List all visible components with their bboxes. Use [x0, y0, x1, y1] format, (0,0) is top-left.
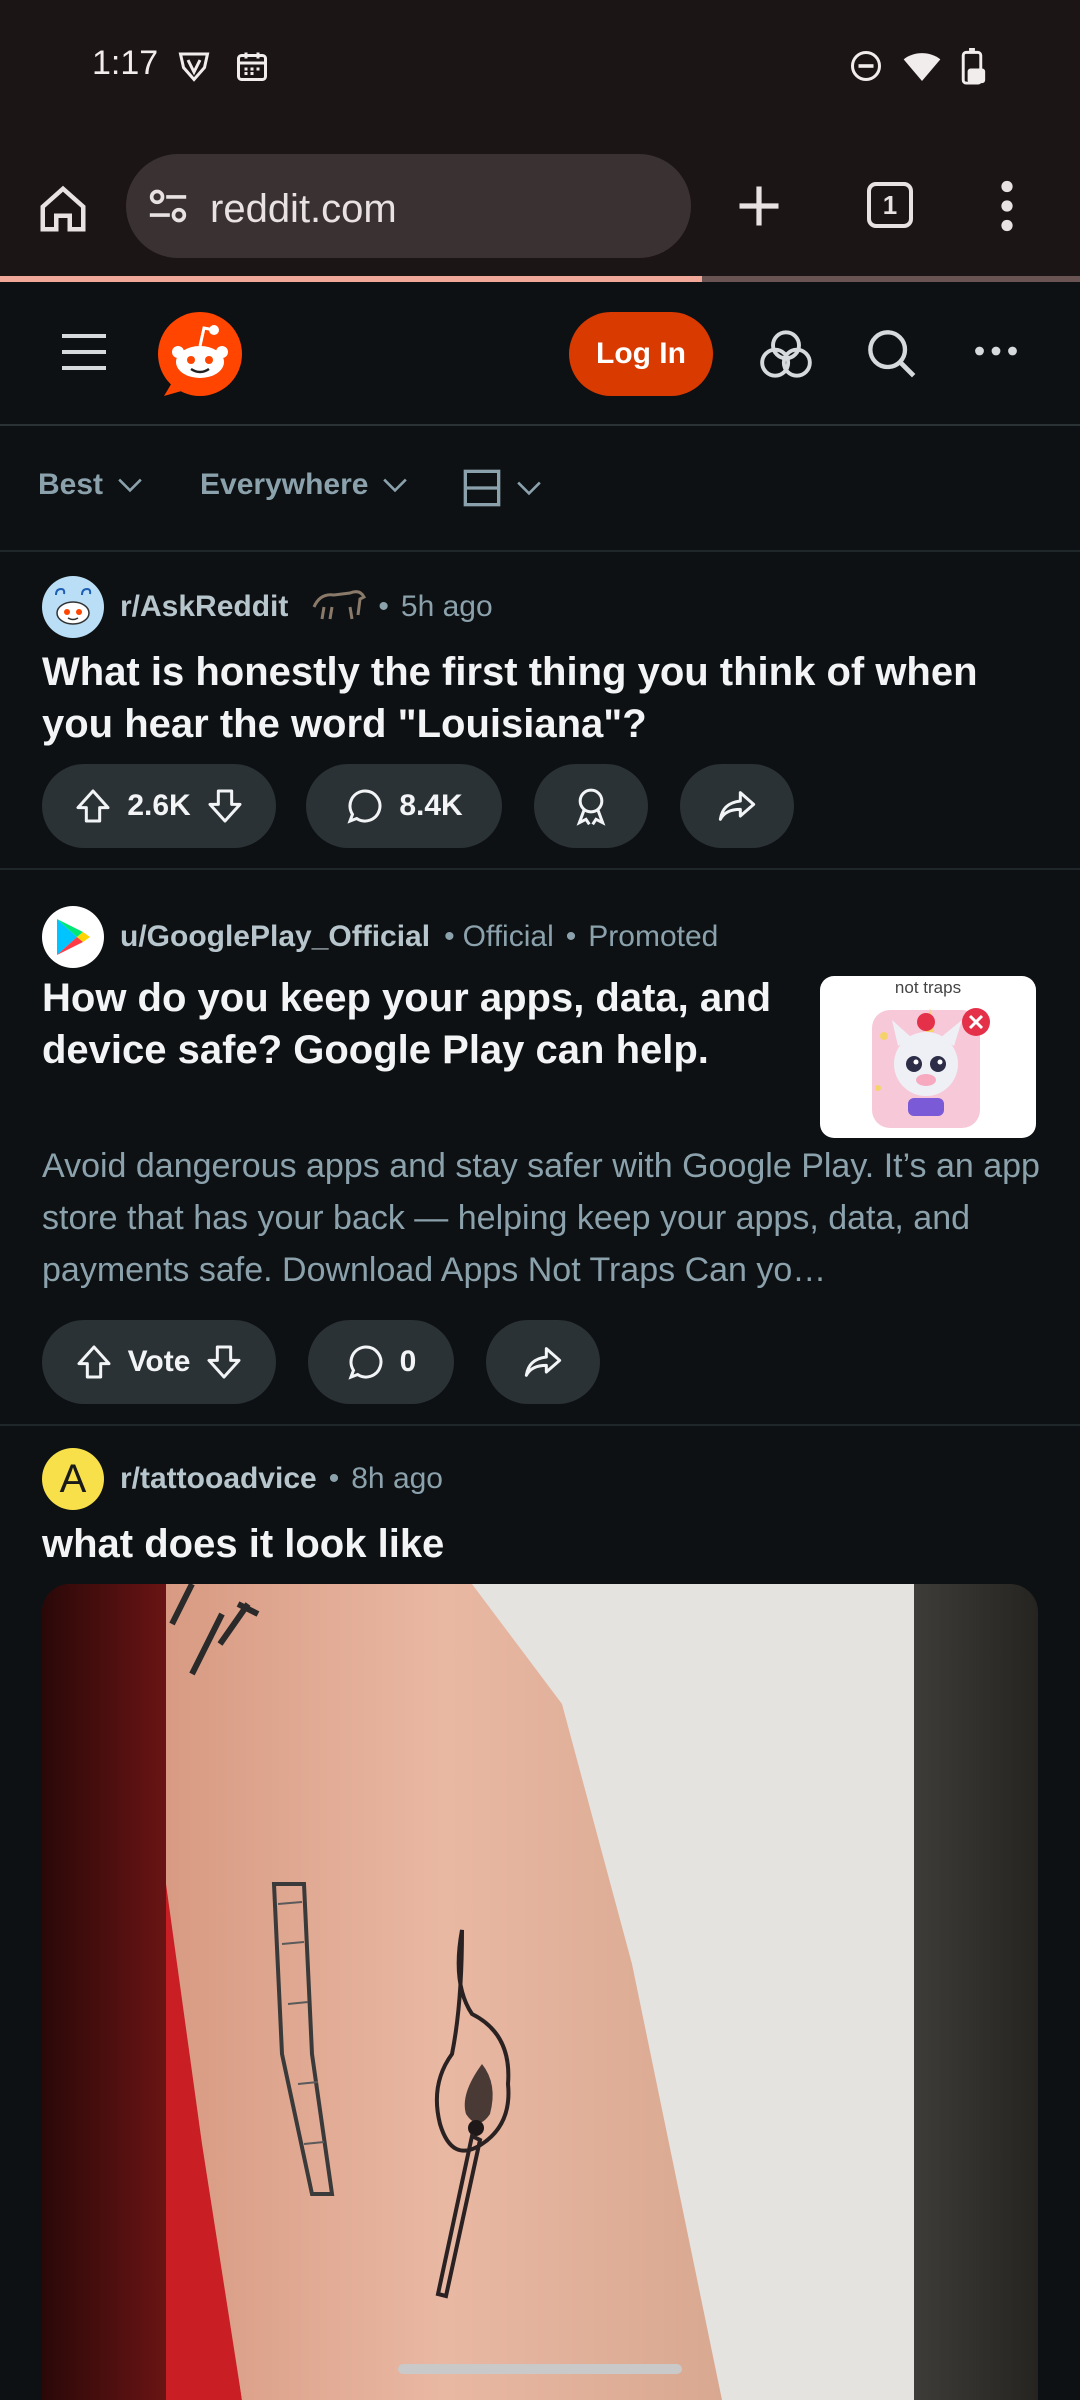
post-image[interactable] — [42, 1584, 1038, 2400]
reddit-logo[interactable] — [158, 312, 242, 396]
login-button[interactable]: Log In — [569, 312, 713, 396]
downvote-icon[interactable] — [204, 1342, 244, 1382]
search-icon[interactable] — [866, 328, 918, 380]
more-options-icon[interactable] — [974, 344, 1018, 358]
unicorn-mascot-image — [872, 1008, 990, 1128]
comment-icon — [347, 789, 382, 824]
share-icon — [718, 791, 756, 821]
post-card[interactable]: r/AskReddit • 5h ago What is honestly th… — [0, 552, 1080, 870]
subreddit-avatar[interactable] — [42, 576, 104, 638]
comments-button[interactable]: 0 — [308, 1320, 454, 1404]
tattoo-arm-photo — [42, 1584, 1038, 2400]
view-dropdown[interactable] — [462, 468, 542, 508]
post-title[interactable]: what does it look like — [42, 1518, 1052, 1570]
promoted-post-card[interactable]: u/GooglePlay_Official • Official • Promo… — [0, 870, 1080, 1426]
chevron-down-icon — [118, 478, 142, 493]
status-time: 1:17 — [92, 44, 159, 82]
comment-icon — [348, 1345, 383, 1380]
battery-charging-icon — [954, 48, 990, 91]
hamburger-menu-icon[interactable] — [60, 332, 108, 372]
post-card[interactable]: A r/tattooadvice • 8h ago what does it l… — [0, 1426, 1080, 2400]
chevron-down-icon — [383, 478, 408, 493]
award-icon — [576, 788, 606, 826]
share-button[interactable] — [680, 764, 794, 848]
vote-bar: 2.6K — [42, 764, 276, 848]
google-play-avatar[interactable] — [42, 906, 104, 968]
do-not-disturb-icon — [848, 48, 884, 89]
browser-toolbar: reddit.com 1 — [0, 140, 1080, 282]
address-bar[interactable]: reddit.com — [126, 154, 691, 258]
tab-count: 1 — [882, 189, 898, 220]
share-icon — [524, 1347, 562, 1377]
sort-dropdown[interactable]: Best — [38, 468, 143, 502]
post-time: 5h ago — [400, 590, 493, 623]
ad-thumbnail[interactable]: not traps — [820, 976, 1036, 1138]
upvote-icon[interactable] — [73, 786, 113, 826]
scope-dropdown[interactable]: Everywhere — [200, 468, 408, 502]
gesture-home-bar[interactable] — [398, 2364, 682, 2374]
share-button[interactable] — [486, 1320, 600, 1404]
separator-dot: • — [328, 1462, 340, 1495]
separator-dot: • — [378, 590, 389, 623]
menu-kebab-icon[interactable] — [1000, 180, 1014, 232]
promoted-label: Promoted — [588, 920, 719, 953]
chevron-down-icon — [517, 481, 541, 496]
avatar-letter: A — [59, 1456, 87, 1501]
calendar-icon — [234, 48, 270, 89]
login-label: Log In — [596, 337, 686, 370]
comments-button[interactable]: 8.4K — [306, 764, 502, 848]
post-meta: u/GooglePlay_Official • Official • Promo… — [42, 906, 718, 968]
site-settings-icon[interactable] — [146, 186, 190, 226]
comment-count: 8.4K — [399, 789, 463, 822]
post-time: 8h ago — [351, 1462, 443, 1495]
scope-label: Everywhere — [200, 468, 369, 501]
comment-count: 0 — [399, 1345, 417, 1378]
post-title[interactable]: How do you keep your apps, data, and dev… — [42, 972, 782, 1076]
official-label: Official — [462, 920, 554, 953]
card-view-icon — [463, 469, 501, 507]
downvote-icon[interactable] — [205, 786, 245, 826]
post-meta: r/AskReddit • 5h ago — [42, 576, 493, 638]
subreddit-avatar[interactable]: A — [42, 1448, 104, 1510]
horse-flair-icon — [310, 585, 367, 629]
upvote-count: 2.6K — [127, 789, 191, 822]
separator-dot: • — [444, 920, 455, 953]
vote-label: Vote — [127, 1345, 191, 1378]
vote-bar: Vote — [42, 1320, 276, 1404]
subreddit-name[interactable]: r/AskReddit — [120, 590, 288, 624]
home-icon[interactable] — [36, 182, 90, 236]
feed-filters: Best Everywhere — [0, 428, 1080, 552]
post-title[interactable]: What is honestly the first thing you thi… — [42, 646, 1052, 750]
post-body: Avoid dangerous apps and stay safer with… — [42, 1147, 1040, 1289]
wifi-icon — [902, 48, 942, 89]
separator-dot: • — [565, 920, 577, 953]
new-tab-icon[interactable] — [733, 180, 785, 232]
tab-switcher-button[interactable]: 1 — [867, 182, 913, 228]
author-name[interactable]: u/GooglePlay_Official — [120, 920, 430, 954]
popular-icon[interactable] — [760, 328, 812, 380]
status-bar: 1:17 — [0, 0, 1080, 140]
vpn-shield-icon — [176, 48, 212, 89]
url-text[interactable]: reddit.com — [210, 187, 397, 232]
post-meta: A r/tattooadvice • 8h ago — [42, 1448, 443, 1510]
subreddit-name[interactable]: r/tattooadvice — [120, 1462, 317, 1496]
award-button[interactable] — [534, 764, 648, 848]
upvote-icon[interactable] — [74, 1342, 114, 1382]
reddit-header: Log In — [0, 282, 1080, 426]
sort-label: Best — [38, 468, 104, 501]
